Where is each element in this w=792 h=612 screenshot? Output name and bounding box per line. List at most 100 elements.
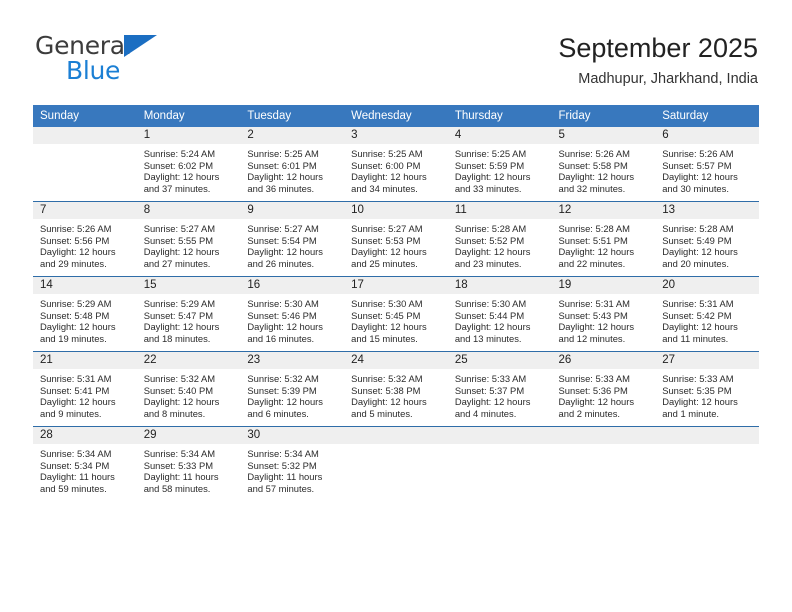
daylight-text: Daylight: 12 hours xyxy=(40,321,116,333)
sunset-text: Sunset: 6:00 PM xyxy=(351,159,421,171)
calendar-day-cell[interactable]: 27 Sunrise: 5:33 AM Sunset: 5:35 PM Dayligh… xyxy=(655,351,759,427)
calendar-day-cell[interactable]: 19 Sunrise: 5:31 AM Sunset: 5:43 PM Dayligh… xyxy=(551,276,656,352)
calendar-day-cell[interactable]: 28 Sunrise: 5:34 AM Sunset: 5:34 PM Dayligh… xyxy=(33,426,137,501)
calendar-day-cell[interactable]: 23 Sunrise: 5:32 AM Sunset: 5:39 PM Dayligh… xyxy=(240,351,345,427)
day-details: Sunrise: 5:30 AM Sunset: 5:46 PM Daylight:… xyxy=(240,294,344,344)
calendar-day-cell[interactable]: 29 Sunrise: 5:34 AM Sunset: 5:33 PM Dayligh… xyxy=(136,426,241,501)
sunrise-text: Sunrise: 5:24 AM xyxy=(143,148,216,159)
sunrise-text: Sunrise: 5:32 AM xyxy=(143,373,216,384)
calendar-day-cell[interactable]: 30 Sunrise: 5:34 AM Sunset: 5:32 PM Dayligh… xyxy=(240,426,345,501)
sunset-text: Sunset: 5:46 PM xyxy=(247,309,317,321)
sunrise-text: Sunrise: 5:31 AM xyxy=(558,298,630,309)
calendar-week-row: 7 Sunrise: 5:26 AM Sunset: 5:56 PM Daylight… xyxy=(33,201,759,277)
daylight-text: Daylight: 12 hours xyxy=(247,246,323,258)
calendar-day-cell[interactable]: 26 Sunrise: 5:33 AM Sunset: 5:36 PM Dayligh… xyxy=(551,351,656,427)
day-details: Sunrise: 5:33 AM Sunset: 5:36 PM Daylight:… xyxy=(552,369,656,419)
day-number: 17 xyxy=(344,277,448,294)
day-details: Sunrise: 5:25 AM Sunset: 6:01 PM Daylight:… xyxy=(240,144,344,194)
day-details: Sunrise: 5:25 AM Sunset: 5:59 PM Daylight:… xyxy=(448,144,552,194)
sunset-text: Sunset: 5:56 PM xyxy=(40,234,110,246)
calendar-week-row: 28 Sunrise: 5:34 AM Sunset: 5:34 PM Dayligh… xyxy=(33,426,759,501)
sunset-text: Sunset: 5:53 PM xyxy=(351,234,421,246)
calendar-day-cell[interactable]: 16 Sunrise: 5:30 AM Sunset: 5:46 PM Dayligh… xyxy=(240,276,345,352)
calendar-day-cell[interactable]: 8 Sunrise: 5:27 AM Sunset: 5:55 PM Daylight… xyxy=(136,201,241,277)
calendar-day-cell[interactable]: 24 Sunrise: 5:32 AM Sunset: 5:38 PM Dayligh… xyxy=(344,351,448,427)
sunset-text: Sunset: 6:01 PM xyxy=(247,159,317,171)
sunset-text: Sunset: 5:39 PM xyxy=(247,384,317,396)
daylight-text: and 32 minutes. xyxy=(558,182,626,194)
calendar-day-cell[interactable]: 12 Sunrise: 5:28 AM Sunset: 5:51 PM Dayligh… xyxy=(551,201,656,277)
daylight-text: and 12 minutes. xyxy=(558,332,626,344)
daylight-text: Daylight: 12 hours xyxy=(40,246,116,258)
day-number: 14 xyxy=(33,277,137,294)
daylight-text: and 13 minutes. xyxy=(454,332,522,344)
day-details: Sunrise: 5:34 AM Sunset: 5:33 PM Daylight:… xyxy=(137,444,241,494)
calendar-day-cell[interactable]: 5 Sunrise: 5:26 AM Sunset: 5:58 PM Daylight… xyxy=(551,127,656,202)
weekday-header-monday: Monday xyxy=(136,105,241,127)
logo-text-blue: Blue xyxy=(66,56,121,85)
calendar-day-cell[interactable]: 2 Sunrise: 5:25 AM Sunset: 6:01 PM Daylight… xyxy=(240,127,345,202)
daylight-text: Daylight: 12 hours xyxy=(558,321,635,333)
daylight-text: Daylight: 12 hours xyxy=(143,396,220,408)
daylight-text: Daylight: 12 hours xyxy=(351,171,427,183)
calendar-day-cell[interactable]: 10 Sunrise: 5:27 AM Sunset: 5:53 PM Dayligh… xyxy=(344,201,448,277)
daylight-text: and 34 minutes. xyxy=(351,182,418,194)
daylight-text: Daylight: 12 hours xyxy=(143,246,220,258)
daylight-text: Daylight: 12 hours xyxy=(247,396,323,408)
sunrise-text: Sunrise: 5:26 AM xyxy=(662,148,734,159)
day-details xyxy=(344,444,448,448)
calendar-day-cell[interactable]: 11 Sunrise: 5:28 AM Sunset: 5:52 PM Dayligh… xyxy=(447,201,552,277)
calendar-week-row: 21 Sunrise: 5:31 AM Sunset: 5:41 PM Dayligh… xyxy=(33,351,759,427)
sunrise-text: Sunrise: 5:29 AM xyxy=(40,298,112,309)
day-details: Sunrise: 5:32 AM Sunset: 5:40 PM Daylight:… xyxy=(137,369,241,419)
daylight-text: Daylight: 12 hours xyxy=(454,246,531,258)
daylight-text: Daylight: 12 hours xyxy=(454,171,531,183)
calendar-day-cell[interactable]: 14 Sunrise: 5:29 AM Sunset: 5:48 PM Dayligh… xyxy=(33,276,137,352)
day-details: Sunrise: 5:27 AM Sunset: 5:54 PM Daylight:… xyxy=(240,219,344,269)
calendar-day-cell[interactable]: 13 Sunrise: 5:28 AM Sunset: 5:49 PM Dayligh… xyxy=(655,201,759,277)
calendar-day-cell[interactable]: 22 Sunrise: 5:32 AM Sunset: 5:40 PM Dayligh… xyxy=(136,351,241,427)
daylight-text: Daylight: 12 hours xyxy=(351,321,427,333)
daylight-text: and 36 minutes. xyxy=(247,182,315,194)
day-details: Sunrise: 5:26 AM Sunset: 5:56 PM Daylight:… xyxy=(33,219,137,269)
day-number xyxy=(551,427,656,444)
day-number: 27 xyxy=(655,352,759,369)
sunrise-text: Sunrise: 5:34 AM xyxy=(143,448,216,459)
calendar-day-cell[interactable]: 20 Sunrise: 5:31 AM Sunset: 5:42 PM Dayligh… xyxy=(655,276,759,352)
daylight-text: and 25 minutes. xyxy=(351,257,418,269)
sunrise-text: Sunrise: 5:26 AM xyxy=(558,148,630,159)
calendar-day-cell[interactable]: 3 Sunrise: 5:25 AM Sunset: 6:00 PM Daylight… xyxy=(344,127,448,202)
day-number: 10 xyxy=(344,202,448,219)
day-number: 3 xyxy=(344,127,448,144)
calendar-day-cell-empty xyxy=(33,127,137,202)
sunset-text: Sunset: 5:55 PM xyxy=(143,234,214,246)
calendar-day-cell[interactable]: 18 Sunrise: 5:30 AM Sunset: 5:44 PM Dayligh… xyxy=(447,276,552,352)
sunrise-text: Sunrise: 5:32 AM xyxy=(247,373,319,384)
calendar-day-cell[interactable]: 25 Sunrise: 5:33 AM Sunset: 5:37 PM Dayligh… xyxy=(447,351,552,427)
calendar-day-cell[interactable]: 6 Sunrise: 5:26 AM Sunset: 5:57 PM Daylight… xyxy=(655,127,759,202)
daylight-text: and 33 minutes. xyxy=(454,182,522,194)
day-details: Sunrise: 5:31 AM Sunset: 5:41 PM Daylight:… xyxy=(33,369,137,419)
daylight-text: and 22 minutes. xyxy=(558,257,626,269)
calendar-day-cell[interactable]: 7 Sunrise: 5:26 AM Sunset: 5:56 PM Daylight… xyxy=(33,201,137,277)
calendar-day-cell[interactable]: 21 Sunrise: 5:31 AM Sunset: 5:41 PM Dayligh… xyxy=(33,351,137,427)
sunset-text: Sunset: 5:41 PM xyxy=(40,384,110,396)
sunset-text: Sunset: 5:32 PM xyxy=(247,459,317,471)
calendar-day-cell[interactable]: 9 Sunrise: 5:27 AM Sunset: 5:54 PM Daylight… xyxy=(240,201,345,277)
daylight-text: Daylight: 12 hours xyxy=(454,396,531,408)
daylight-text: and 9 minutes. xyxy=(40,407,102,419)
calendar-day-cell[interactable]: 4 Sunrise: 5:25 AM Sunset: 5:59 PM Daylight… xyxy=(447,127,552,202)
daylight-text: and 26 minutes. xyxy=(247,257,315,269)
daylight-text: Daylight: 12 hours xyxy=(143,171,220,183)
calendar-day-cell[interactable]: 15 Sunrise: 5:29 AM Sunset: 5:47 PM Dayligh… xyxy=(136,276,241,352)
sunrise-text: Sunrise: 5:27 AM xyxy=(143,223,216,234)
day-number xyxy=(33,127,137,144)
calendar-header-row: Sunday Monday Tuesday Wednesday Thursday Frid… xyxy=(33,105,759,127)
daylight-text: and 27 minutes. xyxy=(143,257,211,269)
calendar-day-cell[interactable]: 1 Sunrise: 5:24 AM Sunset: 6:02 PM Daylight… xyxy=(136,127,241,202)
daylight-text: and 58 minutes. xyxy=(143,482,211,494)
page-subtitle: Madhupur, Jharkhand, India xyxy=(578,71,758,87)
sunset-text: Sunset: 5:43 PM xyxy=(558,309,628,321)
sunrise-text: Sunrise: 5:31 AM xyxy=(40,373,112,384)
calendar-day-cell[interactable]: 17 Sunrise: 5:30 AM Sunset: 5:45 PM Dayligh… xyxy=(344,276,448,352)
